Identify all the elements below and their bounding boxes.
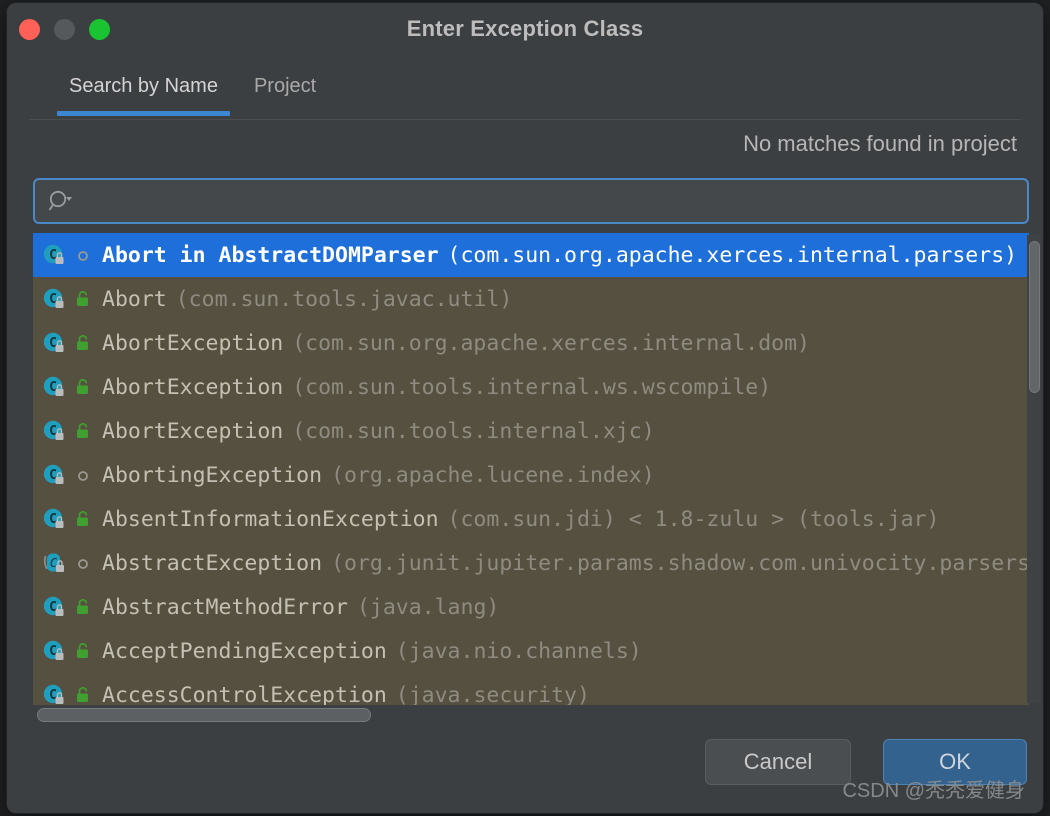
public-lock-icon bbox=[74, 509, 92, 529]
horizontal-scrollbar-thumb[interactable] bbox=[37, 708, 371, 722]
package-name: (java.lang) bbox=[357, 595, 499, 620]
tab-bar: Search by Name Project bbox=[7, 59, 1043, 121]
class-name: AbortException bbox=[102, 331, 283, 356]
row-icons: C bbox=[41, 418, 92, 444]
list-item[interactable]: C AbstractMethodError (java.lang) bbox=[33, 585, 1029, 629]
package-name: (com.sun.jdi) < 1.8-zulu > (tools.jar) bbox=[448, 507, 940, 532]
list-item[interactable]: C AbortException (com.sun.tools.internal.w… bbox=[33, 365, 1029, 409]
row-icons: C bbox=[41, 242, 92, 268]
enter-exception-class-dialog: Enter Exception Class Search by Name Pro… bbox=[6, 2, 1044, 814]
class-icon: C bbox=[41, 638, 67, 664]
class-name: AbortException bbox=[102, 419, 283, 444]
list-item[interactable]: C AbsentInformationException (com.sun.jdi)… bbox=[33, 497, 1029, 541]
package-name: (com.sun.tools.internal.xjc) bbox=[292, 419, 654, 444]
class-name: AbstractMethodError bbox=[102, 595, 348, 620]
class-icon: C bbox=[41, 462, 67, 488]
class-name: AbortException bbox=[102, 375, 283, 400]
package-name: (java.security) bbox=[396, 683, 590, 706]
package-name: (org.junit.jupiter.params.shadow.com.uni… bbox=[331, 551, 1029, 576]
public-lock-icon bbox=[74, 685, 92, 705]
package-name: (com.sun.org.apache.xerces.internal.pars… bbox=[448, 243, 1018, 268]
list-item[interactable]: C AccessControlException (java.security) bbox=[33, 673, 1029, 705]
row-icons: C bbox=[41, 286, 92, 312]
class-results-list[interactable]: C Abort in AbstractDOMParser (com.sun.org.… bbox=[33, 233, 1029, 705]
title-bar: Enter Exception Class bbox=[7, 3, 1043, 59]
package-name: (org.apache.lucene.index) bbox=[331, 463, 655, 488]
private-dot-icon bbox=[74, 553, 92, 573]
package-name: (com.sun.tools.javac.util) bbox=[176, 287, 513, 312]
row-icons: C bbox=[41, 594, 92, 620]
search-icon bbox=[47, 188, 75, 214]
package-name: (com.sun.org.apache.xerces.internal.dom) bbox=[292, 331, 810, 356]
public-lock-icon bbox=[74, 421, 92, 441]
no-matches-status: No matches found in project bbox=[743, 131, 1017, 157]
row-icons: C bbox=[41, 638, 92, 664]
list-item[interactable]: C Abort (com.sun.tools.javac.util) bbox=[33, 277, 1029, 321]
row-icons: C bbox=[41, 462, 92, 488]
class-name: AccessControlException bbox=[102, 683, 387, 706]
class-icon: C bbox=[41, 418, 67, 444]
row-icons: C bbox=[41, 506, 92, 532]
public-lock-icon bbox=[74, 641, 92, 661]
vertical-scrollbar-thumb[interactable] bbox=[1029, 241, 1040, 393]
page-title: Enter Exception Class bbox=[7, 16, 1043, 42]
class-icon: C bbox=[41, 682, 67, 705]
class-name: Abort in AbstractDOMParser bbox=[102, 243, 439, 268]
public-lock-icon bbox=[74, 597, 92, 617]
package-name: (java.nio.channels) bbox=[396, 639, 642, 664]
tab-project-label: Project bbox=[254, 75, 316, 97]
abstract-class-icon: C bbox=[41, 550, 67, 576]
public-lock-icon bbox=[74, 289, 92, 309]
class-name: AcceptPendingException bbox=[102, 639, 387, 664]
tab-project[interactable]: Project bbox=[236, 59, 334, 116]
search-input[interactable] bbox=[75, 190, 1027, 212]
class-name: AbstractException bbox=[102, 551, 322, 576]
private-dot-icon bbox=[74, 465, 92, 485]
package-name: (com.sun.tools.internal.ws.wscompile) bbox=[292, 375, 771, 400]
class-name: AbsentInformationException bbox=[102, 507, 439, 532]
row-icons: C bbox=[41, 550, 92, 576]
class-icon: C bbox=[41, 330, 67, 356]
class-icon: C bbox=[41, 506, 67, 532]
list-item[interactable]: C AbortException (com.sun.tools.internal.x… bbox=[33, 409, 1029, 453]
public-lock-icon bbox=[74, 377, 92, 397]
private-dot-icon bbox=[74, 245, 92, 265]
class-icon: C bbox=[41, 374, 67, 400]
tab-search-by-name-label: Search by Name bbox=[69, 75, 218, 97]
row-icons: C bbox=[41, 374, 92, 400]
list-item[interactable]: C AbstractException (org.junit.jupiter.par… bbox=[33, 541, 1029, 585]
class-icon: C bbox=[41, 242, 67, 268]
dialog-footer: Cancel OK CSDN @秃秃爱健身 bbox=[7, 725, 1043, 813]
vertical-scrollbar[interactable] bbox=[1027, 235, 1041, 703]
row-icons: C bbox=[41, 330, 92, 356]
tab-divider bbox=[29, 119, 1021, 120]
list-item[interactable]: C Abort in AbstractDOMParser (com.sun.org.… bbox=[33, 233, 1029, 277]
list-item[interactable]: C AbortException (com.sun.org.apache.xerce… bbox=[33, 321, 1029, 365]
row-icons: C bbox=[41, 682, 92, 705]
class-icon: C bbox=[41, 286, 67, 312]
class-name: AbortingException bbox=[102, 463, 322, 488]
cancel-button[interactable]: Cancel bbox=[705, 739, 851, 785]
search-field[interactable] bbox=[33, 178, 1029, 224]
class-name: Abort bbox=[102, 287, 167, 312]
tab-search-by-name[interactable]: Search by Name bbox=[51, 59, 236, 116]
list-item[interactable]: C AbortingException (org.apache.lucene.ind… bbox=[33, 453, 1029, 497]
class-icon: C bbox=[41, 594, 67, 620]
horizontal-scrollbar[interactable] bbox=[33, 706, 1029, 724]
public-lock-icon bbox=[74, 333, 92, 353]
ok-button[interactable]: OK bbox=[883, 739, 1027, 785]
list-item[interactable]: C AcceptPendingException (java.nio.channel… bbox=[33, 629, 1029, 673]
